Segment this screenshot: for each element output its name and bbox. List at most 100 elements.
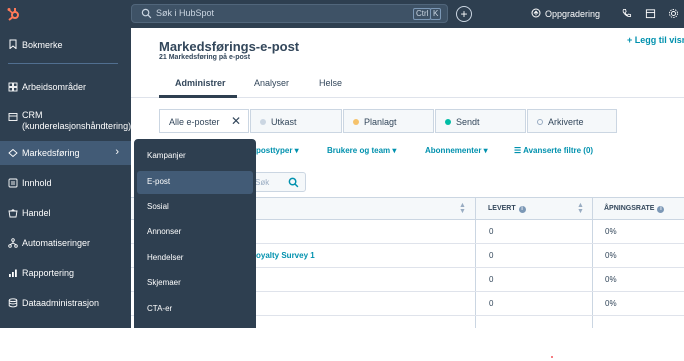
- shortcut-key-k: K: [430, 8, 442, 20]
- delivered-cell: 0: [489, 299, 494, 308]
- email-types-filter[interactable]: posttyper ▾: [256, 146, 299, 155]
- sidebar-item-label: Rapportering: [22, 268, 75, 278]
- reporting-icon: [9, 269, 17, 277]
- filter-label: posttyper: [256, 146, 293, 155]
- sidebar-divider: [8, 63, 118, 64]
- users-teams-filter[interactable]: Brukere og team ▾: [327, 146, 396, 155]
- submenu-item-label: E-post: [147, 177, 171, 186]
- submenu-item-social[interactable]: Sosial: [137, 196, 253, 219]
- column-label: ÅPNINGSRATE: [604, 205, 655, 212]
- delivered-cell: 0: [489, 251, 494, 260]
- chip-drafts[interactable]: Utkast: [250, 109, 342, 133]
- submenu-item-label: Hendelser: [147, 253, 184, 262]
- sidebar-item-crm[interactable]: CRM (kunderelasjonshåndtering): [0, 105, 131, 137]
- content-icon: [8, 178, 18, 188]
- sidebar-item-reporting[interactable]: Rapportering: [0, 261, 131, 285]
- top-navigation-bar: Søk i HubSpot Ctrl K + Oppgradering: [0, 0, 684, 28]
- chip-sent[interactable]: Sendt: [435, 109, 526, 133]
- sidebar-item-label: Dataadministrasjon: [22, 298, 100, 308]
- submenu-item-email[interactable]: E-post: [137, 171, 253, 194]
- sidebar-item-workspaces[interactable]: Arbeidsområder: [0, 74, 131, 98]
- advanced-filters-button[interactable]: ☰ Avanserte filtre (0): [514, 146, 593, 155]
- status-dot: [445, 119, 451, 125]
- open-rate-cell: 0%: [605, 251, 617, 260]
- sidebar-item-label-line2: (kunderelasjonshåndtering): [22, 121, 132, 131]
- hubspot-app: Søk i HubSpot Ctrl K + Oppgradering Bokm…: [0, 0, 684, 361]
- submenu-item-forms[interactable]: Skjemaer: [137, 272, 253, 295]
- marketplace-icon[interactable]: [645, 8, 656, 19]
- crm-icon: [8, 113, 18, 121]
- sidebar-item-bookmarks[interactable]: Bokmerke: [0, 32, 131, 56]
- info-icon[interactable]: i: [518, 206, 526, 213]
- chip-all-emails[interactable]: Alle e-poster ✕: [159, 109, 249, 133]
- tab-analyze[interactable]: Analyser: [254, 78, 289, 88]
- upgrade-link[interactable]: Oppgradering: [545, 9, 600, 19]
- automation-icon: [8, 238, 18, 248]
- bookmark-icon: [9, 39, 17, 49]
- marketing-icon: [8, 148, 18, 158]
- column-label: LEVERT: [488, 205, 516, 212]
- sort-icon[interactable]: ▲ ▼: [577, 202, 584, 215]
- submenu-item-label: Annonser: [147, 227, 182, 236]
- open-rate-cell: 0%: [605, 227, 617, 236]
- search-icon: [141, 8, 152, 19]
- sidebar-item-label: CRM: [22, 110, 43, 120]
- submenu-item-ads[interactable]: Annonser: [137, 221, 253, 244]
- workspaces-icon: [8, 82, 18, 92]
- page-title: Markedsførings-e-post: [159, 39, 300, 54]
- sidebar-item-marketing[interactable]: Markedsføring ›: [0, 141, 131, 165]
- chip-archived[interactable]: Arkiverte: [527, 109, 617, 133]
- sidebar-item-content[interactable]: Innhold: [0, 171, 131, 195]
- global-search-input[interactable]: Søk i HubSpot Ctrl K: [131, 4, 448, 23]
- chip-label: Arkiverte: [548, 117, 584, 127]
- tab-manage[interactable]: Administrer: [175, 78, 226, 88]
- subscriptions-filter[interactable]: Abonnementer ▾: [425, 146, 488, 155]
- status-dot: [353, 119, 359, 125]
- delivered-cell: 0: [489, 227, 494, 236]
- filter-label: Abonnementer: [425, 146, 482, 155]
- sort-icon[interactable]: ▲ ▼: [459, 202, 466, 215]
- column-header-delivered[interactable]: LEVERT i: [488, 205, 526, 213]
- submenu-item-campaigns[interactable]: Kampanjer: [137, 145, 253, 168]
- search-placeholder: Søk: [255, 178, 270, 187]
- submenu-item-label: Sosial: [147, 202, 169, 211]
- sidebar-item-label: Automatiseringer: [22, 238, 91, 248]
- upgrade-icon: [531, 8, 541, 18]
- column-header-open-rate[interactable]: ÅPNINGSRATE i: [604, 205, 665, 213]
- submenu-item-events[interactable]: Hendelser: [137, 247, 253, 270]
- sidebar-item-label: Markedsføring: [22, 148, 80, 158]
- add-view-button[interactable]: + Legg til visning: [627, 35, 684, 45]
- sidebar-item-commerce[interactable]: Handel: [0, 201, 131, 225]
- sidebar-item-data-management[interactable]: Dataadministrasjon: [0, 291, 131, 315]
- info-icon[interactable]: i: [657, 206, 665, 213]
- delivered-cell: 0: [489, 275, 494, 284]
- search-icon[interactable]: [288, 177, 299, 188]
- sidebar-item-automation[interactable]: Automatiseringer: [0, 231, 131, 255]
- submenu-item-label: Kampanjer: [147, 151, 186, 160]
- chip-label: Planlagt: [364, 117, 397, 127]
- close-icon[interactable]: ✕: [231, 114, 241, 128]
- submenu-item-label: Skjemaer: [147, 278, 181, 287]
- open-rate-cell: 0%: [605, 299, 617, 308]
- email-name-link[interactable]: oyalty Survey 1: [256, 251, 315, 260]
- page-subtitle: 21 Markedsføring på e-post: [159, 54, 251, 61]
- sidebar-item-label: Innhold: [22, 178, 52, 188]
- phone-icon[interactable]: [621, 8, 632, 19]
- create-plus-button[interactable]: +: [456, 6, 472, 22]
- settings-icon[interactable]: [668, 8, 679, 19]
- chevron-right-icon: ›: [115, 146, 119, 158]
- cursor-marker: [551, 356, 553, 358]
- status-dot: [260, 119, 266, 125]
- submenu-item-label: CTA-er: [147, 304, 173, 313]
- active-tab-indicator: [159, 95, 237, 98]
- filter-label: Avanserte filtre (0): [523, 146, 594, 155]
- main-sidebar: Bokmerke Arbeidsområder CRM (kunderelasj…: [0, 28, 131, 328]
- tab-health[interactable]: Helse: [319, 78, 342, 88]
- data-management-icon: [8, 298, 18, 308]
- submenu-item-ctas[interactable]: CTA-er: [137, 298, 253, 321]
- commerce-icon: [8, 209, 18, 218]
- search-placeholder: Søk i HubSpot: [156, 8, 215, 18]
- hubspot-sprocket-icon[interactable]: [6, 6, 22, 22]
- filter-label: Brukere og team: [327, 146, 391, 155]
- chip-scheduled[interactable]: Planlagt: [343, 109, 434, 133]
